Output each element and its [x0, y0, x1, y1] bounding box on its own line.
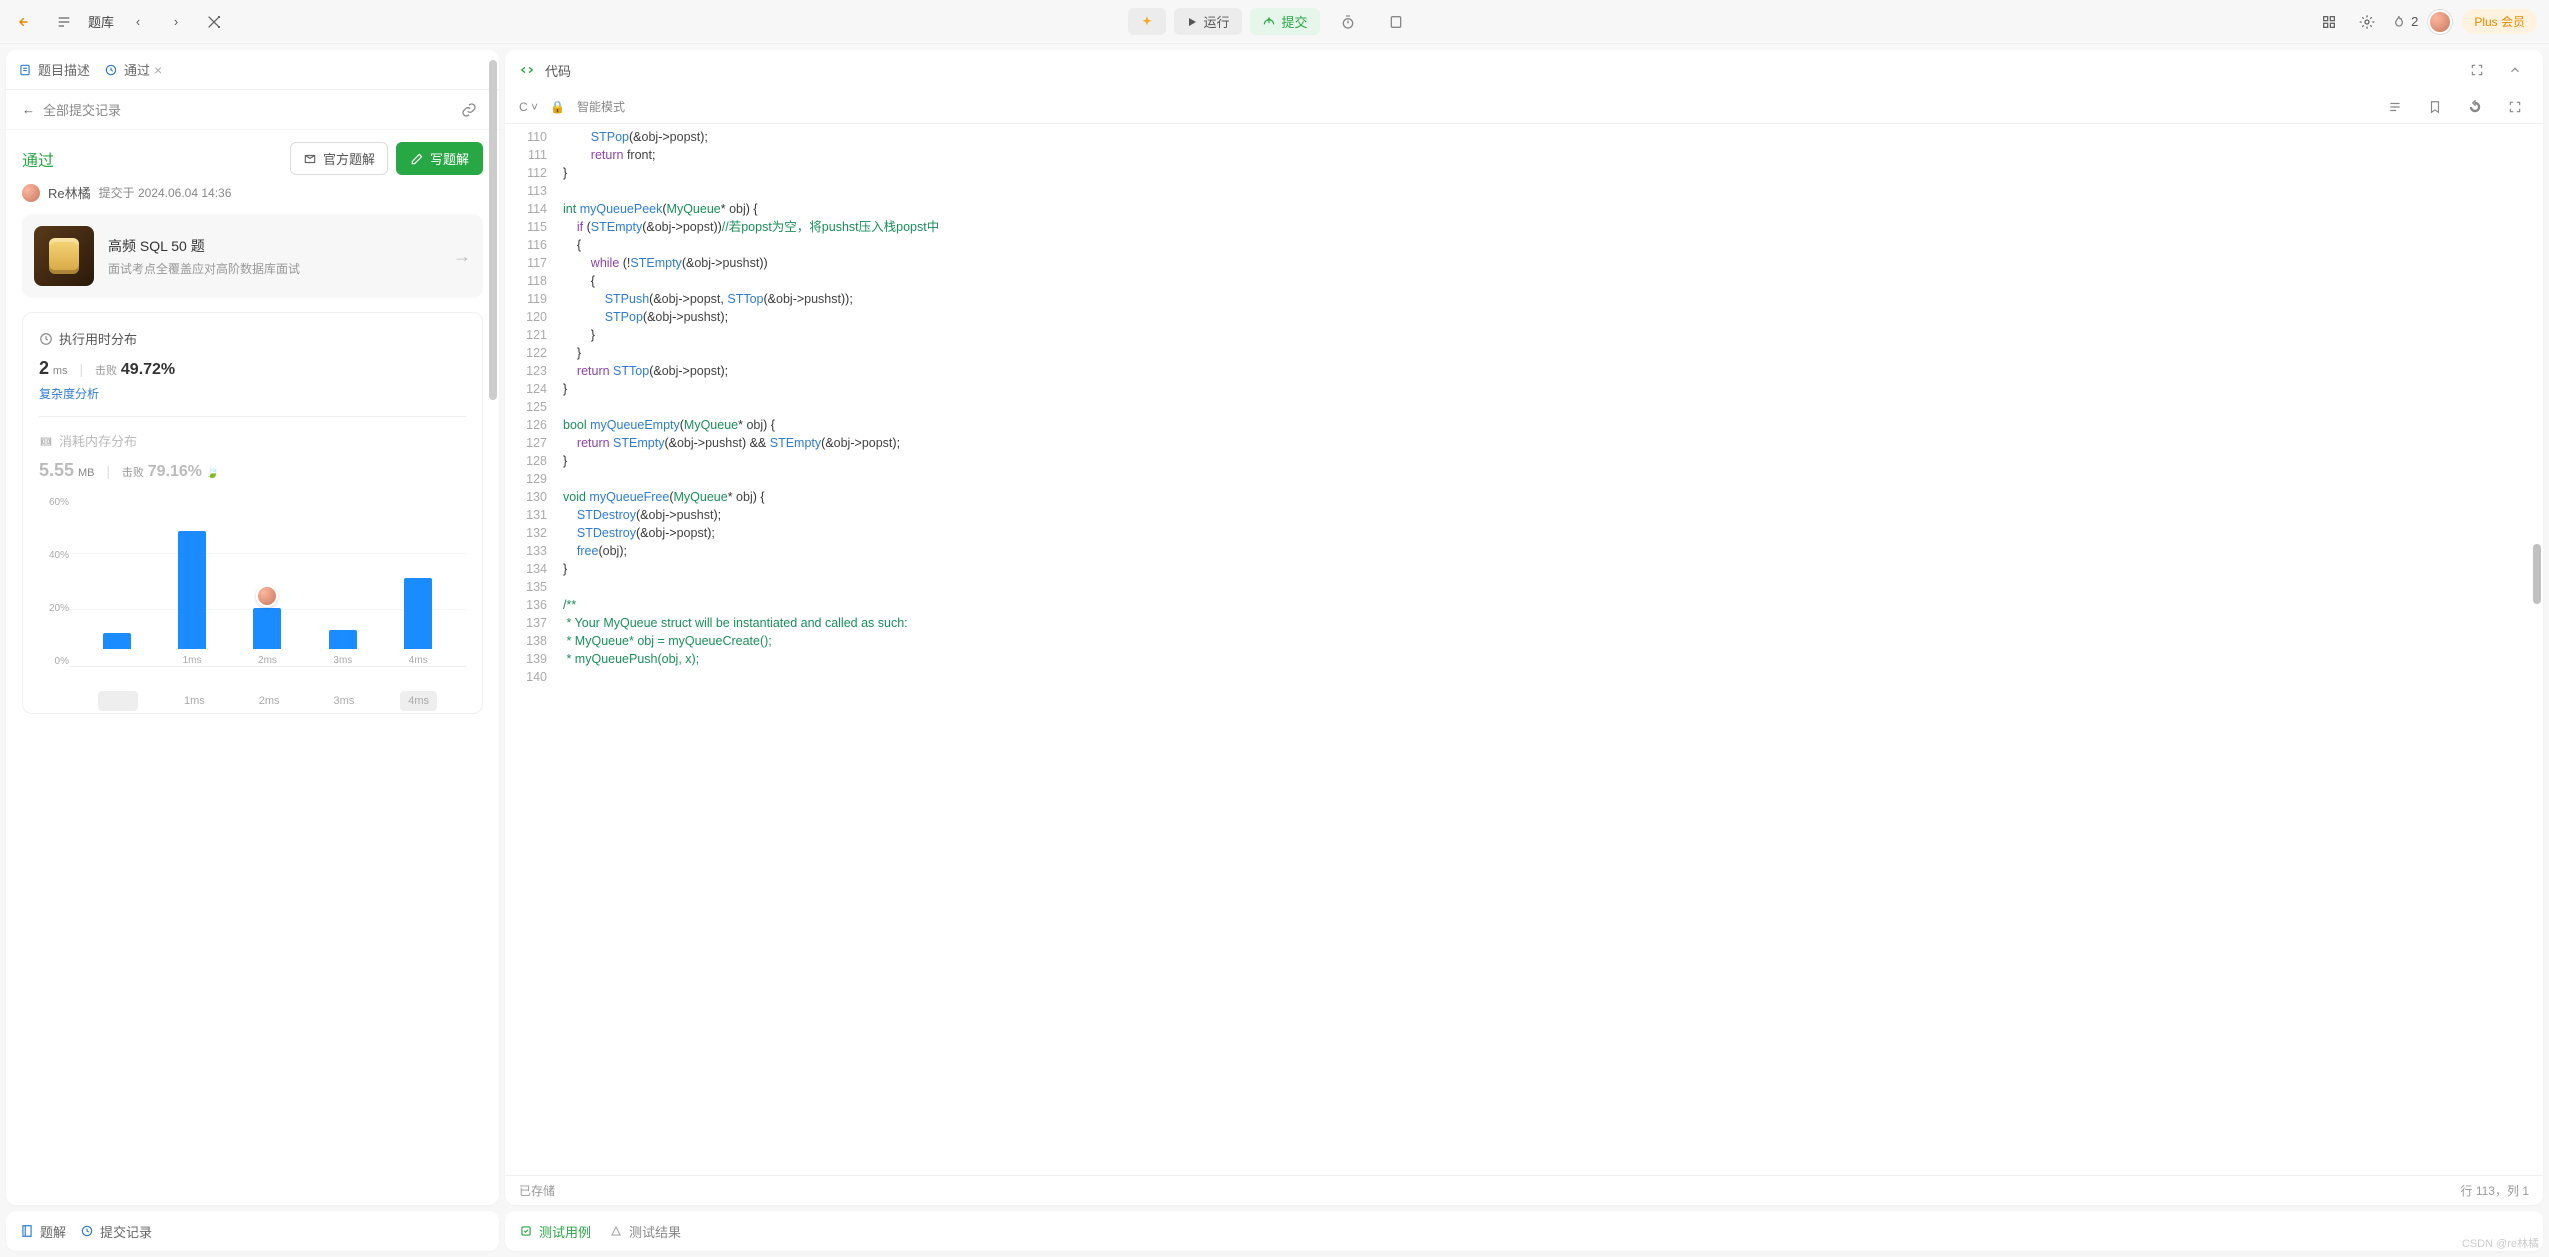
editor-scrollbar[interactable]: [2533, 544, 2541, 604]
write-solution-label: 写题解: [430, 149, 469, 168]
memory-beat-pct: 79.16%: [148, 463, 202, 480]
logo-icon[interactable]: [12, 8, 40, 36]
tab-testcase-label: 测试用例: [539, 1222, 591, 1241]
stats-card: 执行用时分布 2 ms | 击败 49.72% 复杂度分析 消耗内存分布 5.5…: [22, 312, 483, 714]
left-panel: 题目描述 通过× ← 全部提交记录 通过 官方题解 写题解: [6, 50, 499, 1205]
tab-description[interactable]: 题目描述: [18, 60, 90, 79]
tab-description-label: 题目描述: [38, 60, 90, 79]
write-solution-button[interactable]: 写题解: [396, 142, 483, 175]
lang-selector[interactable]: C ˅: [519, 100, 538, 114]
shuffle-icon[interactable]: [200, 8, 228, 36]
left-bottom-tabs: 题解 提交记录: [6, 1211, 499, 1251]
memory-beat-label: 击败: [122, 467, 144, 479]
result-status: 通过: [22, 147, 54, 171]
problem-list-icon[interactable]: [50, 8, 78, 36]
memory-header: 消耗内存分布: [59, 431, 137, 450]
arrow-right-icon: →: [453, 246, 471, 267]
maximize-icon[interactable]: [2463, 56, 2491, 84]
run-button[interactable]: 运行: [1174, 8, 1242, 35]
topbar: 题库 ‹ › 运行 提交 2 Plus 会员: [0, 0, 2549, 44]
link-icon[interactable]: [455, 96, 483, 124]
all-submissions-link[interactable]: 全部提交记录: [43, 100, 121, 119]
back-icon[interactable]: ←: [22, 102, 35, 117]
scrollbar-thumb[interactable]: [489, 60, 497, 400]
runtime-header: 执行用时分布: [59, 329, 137, 348]
reset-icon[interactable]: [2461, 93, 2489, 121]
promo-subtitle: 面试考点全覆盖应对高阶数据库面试: [108, 260, 300, 277]
cursor-position: 行 113，列 1: [2461, 1182, 2529, 1199]
official-solution-button[interactable]: 官方题解: [290, 142, 388, 175]
runtime-beat-label: 击败: [95, 365, 117, 377]
code-icon: [519, 62, 535, 78]
topbar-title[interactable]: 题库: [88, 12, 114, 31]
timer-icon[interactable]: [1328, 8, 1368, 35]
tab-submissions-label: 提交记录: [100, 1222, 152, 1241]
tab-testresult-label: 测试结果: [629, 1222, 681, 1241]
format-icon[interactable]: [2381, 93, 2409, 121]
prev-problem-icon[interactable]: ‹: [124, 8, 152, 36]
note-icon[interactable]: [1376, 8, 1416, 35]
promo-card[interactable]: 高频 SQL 50 题 面试考点全覆盖应对高阶数据库面试 →: [22, 214, 483, 298]
tab-history-label: 通过: [124, 60, 150, 79]
submit-button[interactable]: 提交: [1250, 8, 1320, 35]
complexity-link[interactable]: 复杂度分析: [39, 385, 466, 402]
code-editor[interactable]: 1101111121131141151161171181191201211221…: [505, 124, 2543, 1175]
plus-badge[interactable]: Plus 会员: [2462, 9, 2537, 34]
tab-solution-label: 题解: [40, 1222, 66, 1241]
ai-assist-button[interactable]: [1128, 8, 1166, 35]
streak-counter[interactable]: 2: [2391, 14, 2418, 30]
runtime-chart: 60%40%20%0% 1ms2ms3ms4ms 1ms2ms3ms4ms: [39, 497, 466, 697]
tab-solution[interactable]: 题解: [20, 1222, 66, 1241]
code-title: 代码: [545, 61, 571, 80]
close-icon[interactable]: ×: [154, 62, 162, 78]
submitted-at: 提交于 2024.06.04 14:36: [99, 184, 232, 201]
official-solution-label: 官方题解: [323, 149, 375, 168]
settings-icon[interactable]: [2353, 8, 2381, 36]
run-label: 运行: [1204, 12, 1230, 31]
tab-testcase[interactable]: 测试用例: [519, 1222, 591, 1241]
tab-testresult[interactable]: 测试结果: [609, 1222, 681, 1241]
promo-db-icon: [34, 226, 94, 286]
save-status: 已存储: [519, 1182, 555, 1199]
memory-value: 5.55: [39, 460, 74, 480]
leaf-icon: 🍃: [206, 467, 220, 479]
layout-icon[interactable]: [2315, 8, 2343, 36]
lock-icon: 🔒: [550, 100, 565, 114]
runtime-beat-pct: 49.72%: [121, 361, 175, 378]
streak-count: 2: [2411, 14, 2418, 29]
bookmark-icon[interactable]: [2421, 93, 2449, 121]
mode-label[interactable]: 智能模式: [577, 98, 625, 115]
submitter-avatar[interactable]: [22, 184, 40, 202]
memory-unit: MB: [78, 467, 95, 479]
runtime-value: 2: [39, 358, 49, 378]
promo-title: 高频 SQL 50 题: [108, 236, 300, 256]
bottom-panel: 测试用例 测试结果: [505, 1211, 2543, 1251]
fullscreen-icon[interactable]: [2501, 93, 2529, 121]
code-panel: 代码 C ˅ 🔒 智能模式 11011111211311411511611711…: [505, 50, 2543, 1205]
submit-label: 提交: [1282, 12, 1308, 31]
runtime-unit: ms: [53, 365, 68, 377]
avatar[interactable]: [2428, 10, 2452, 34]
next-problem-icon[interactable]: ›: [162, 8, 190, 36]
tab-history[interactable]: 通过×: [104, 60, 162, 79]
watermark: CSDN @re林橘: [2462, 1235, 2539, 1251]
submitter-name[interactable]: Re林橘: [48, 183, 91, 202]
tab-submissions[interactable]: 提交记录: [80, 1222, 152, 1241]
collapse-icon[interactable]: [2501, 56, 2529, 84]
